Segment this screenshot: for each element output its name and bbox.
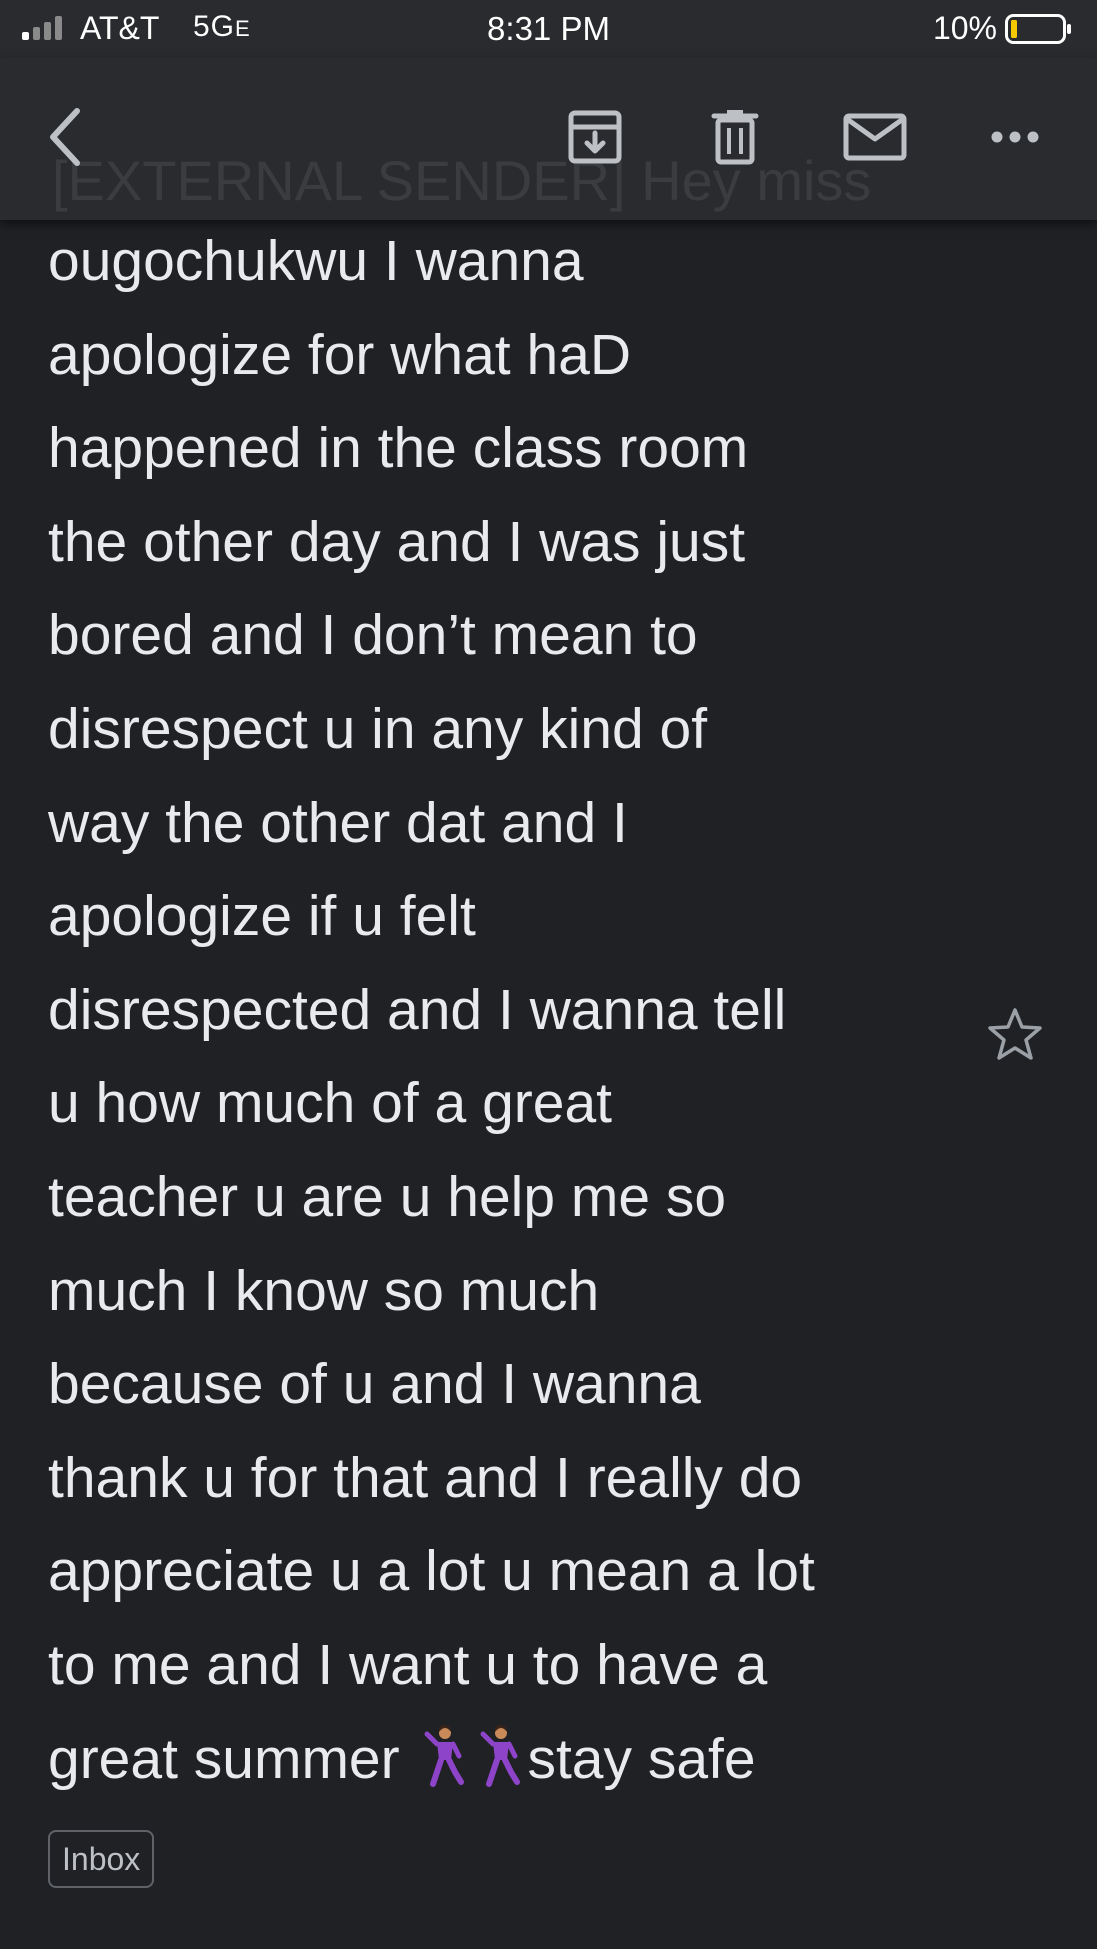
- body-line: apologize for what haD: [48, 322, 632, 387]
- email-body: ougochukwu I wanna apologize for what ha…: [48, 215, 948, 1806]
- email-view: AT&T 5GE 8:31 PM 10% [EXTERNAL SENDER] H…: [0, 0, 1097, 1949]
- battery-icon: [1005, 14, 1071, 44]
- body-line: happened in the class room: [48, 416, 749, 481]
- dancer-emoji-icon: [424, 1724, 465, 1787]
- body-line: bored and I don’t mean to: [48, 603, 698, 668]
- body-line: ougochukwu I wanna: [48, 229, 584, 293]
- body-line: way the other dat and I: [48, 790, 628, 855]
- inbox-label-chip[interactable]: Inbox: [48, 1830, 155, 1888]
- body-line: much I know so much: [48, 1258, 600, 1323]
- body-line: disrespected and I wanna tell: [48, 977, 787, 1042]
- body-line: u how much of a great: [48, 1071, 612, 1136]
- body-line: disrespect u in any kind of: [48, 696, 708, 761]
- mail-icon: [843, 113, 907, 161]
- body-line: the other day and I was just: [48, 509, 746, 574]
- body-line: appreciate u a lot u mean a lot: [48, 1539, 815, 1604]
- body-line: to me and I want u to have a: [48, 1632, 768, 1697]
- more-options-button[interactable]: [980, 102, 1050, 172]
- body-line: teacher u are u help me so: [48, 1164, 727, 1229]
- dancer-emoji-icon: [480, 1724, 521, 1787]
- back-button[interactable]: [30, 102, 100, 172]
- body-line: thank u for that and I really do: [48, 1445, 803, 1510]
- archive-icon: [568, 110, 622, 164]
- star-icon[interactable]: [985, 1005, 1045, 1065]
- more-icon: [991, 131, 1039, 143]
- archive-button[interactable]: [560, 102, 630, 172]
- body-text-great-summer: great summer: [48, 1726, 400, 1791]
- delete-button[interactable]: [700, 102, 770, 172]
- body-text-stay-safe: stay safe: [527, 1726, 756, 1791]
- body-line-last: great summer stay safe: [48, 1713, 948, 1807]
- back-arrow-icon: [50, 108, 80, 166]
- mark-unread-button[interactable]: [840, 102, 910, 172]
- body-line: because of u and I wanna: [48, 1352, 701, 1417]
- status-bar: AT&T 5GE 8:31 PM 10%: [0, 0, 1097, 58]
- trash-icon: [711, 110, 759, 165]
- battery-percentage: 10%: [932, 10, 997, 46]
- body-line: apologize if u felt: [48, 884, 476, 949]
- email-toolbar: [EXTERNAL SENDER] Hey miss: [0, 58, 1097, 220]
